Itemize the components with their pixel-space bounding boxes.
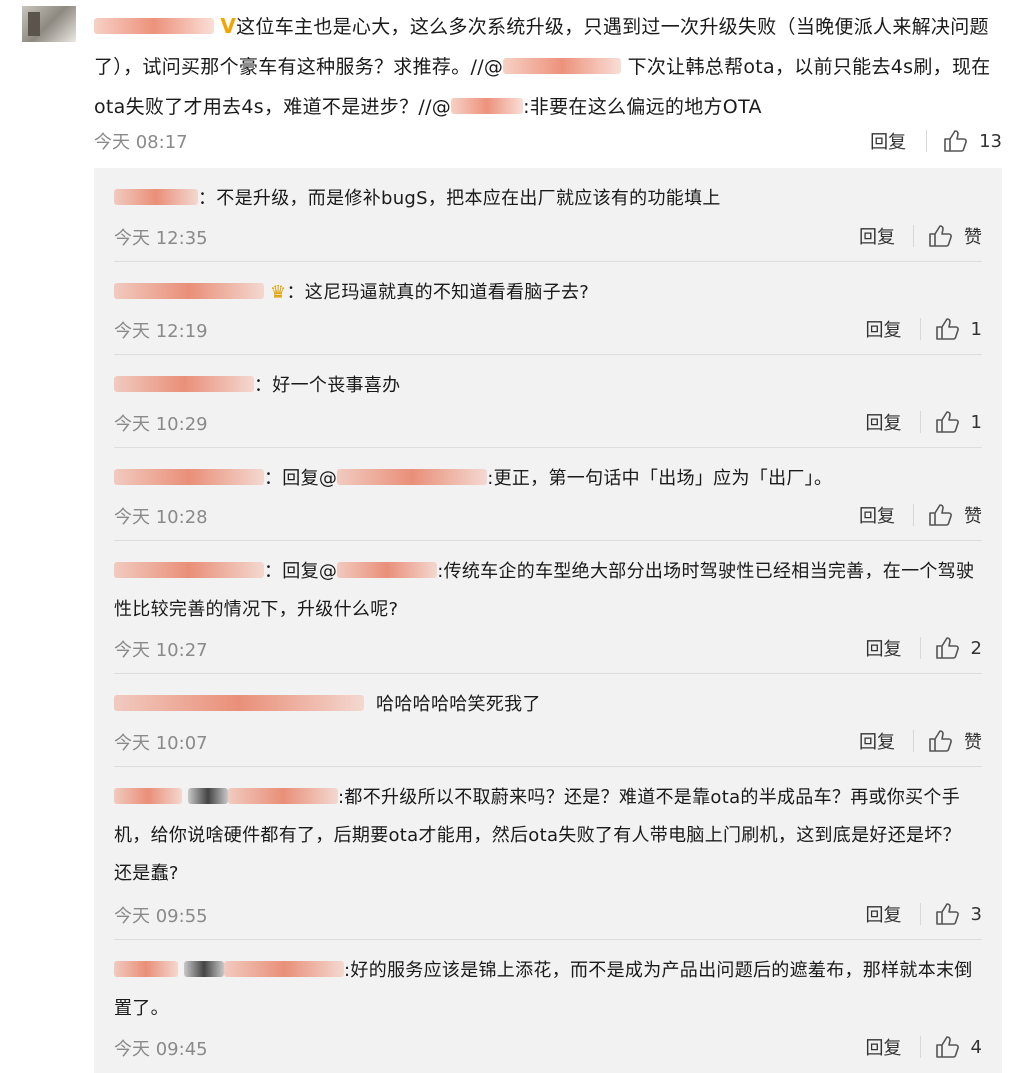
reply-time: 今天 10:07	[114, 733, 208, 754]
mention-blurred[interactable]	[337, 562, 438, 578]
divider	[913, 730, 914, 752]
username-blurred[interactable]	[114, 189, 198, 205]
divider	[913, 225, 914, 247]
list-item: :都不升级所以不取蔚来吗？还是？难道不是靠ota的半成品车？再或你买个手机，给你…	[94, 767, 1002, 940]
list-item: :好的服务应该是锦上添花，而不是成为产品出问题后的遮羞布，那样就本末倒置了。 今…	[94, 940, 1002, 1073]
crown-icon: ♛	[270, 282, 287, 303]
username-blurred[interactable]	[114, 695, 364, 711]
reply-button[interactable]: 回复	[859, 502, 895, 528]
reply-text: 哈哈哈哈哈笑死我了	[376, 694, 541, 715]
reply-time: 今天 09:55	[114, 906, 208, 927]
reply-time: 今天 10:27	[114, 640, 208, 661]
thumbs-up-icon[interactable]	[935, 410, 961, 434]
like-button[interactable]: 赞	[964, 223, 982, 249]
username-blurred[interactable]	[114, 376, 254, 392]
comment-actions: 回复 13	[870, 126, 1002, 156]
reply-time: 今天 12:35	[114, 228, 208, 249]
thumbs-up-icon[interactable]	[928, 224, 954, 248]
thumbs-up-icon[interactable]	[935, 902, 961, 926]
username-blurred[interactable]	[188, 788, 229, 804]
divider	[919, 411, 921, 433]
username-blurred[interactable]	[114, 562, 264, 578]
comment-text-3: :非要在这么偏远的地方OTA	[523, 96, 762, 118]
main-comment: V这位车主也是心大，这么多次系统升级，只遇到过一次升级失败（当晚便派人来解决问题…	[0, 0, 1024, 168]
list-item: ：好一个丧事喜办 今天 10:29 回复 1	[94, 355, 1002, 448]
mention-blurred[interactable]	[228, 788, 339, 804]
reply-button[interactable]: 回复	[866, 901, 902, 927]
reply-button[interactable]: 回复	[866, 1034, 902, 1060]
divider	[919, 318, 921, 340]
username-blurred[interactable]	[114, 283, 264, 299]
thumbs-up-icon[interactable]	[935, 317, 961, 341]
verified-badge-icon: V	[220, 14, 237, 38]
reply-time: 今天 12:19	[114, 321, 208, 342]
list-item: ♛：这尼玛逼就真的不知道看看脑子去? 今天 12:19 回复 1	[94, 262, 1002, 355]
thumbs-up-icon[interactable]	[928, 729, 954, 753]
like-count: 13	[979, 130, 1002, 152]
reply-prefix: ：回复@	[264, 561, 338, 582]
reply-button[interactable]: 回复	[866, 316, 902, 342]
like-count: 2	[970, 637, 982, 659]
divider	[919, 903, 921, 925]
reply-text: ：不是升级，而是修补bugS，把本应在出厂就应该有的功能填上	[198, 188, 721, 209]
reply-button[interactable]: 回复	[870, 128, 906, 154]
username-blurred[interactable]	[114, 788, 182, 804]
reply-text: :更正，第一句话中「出场」应为「出厂」。	[487, 468, 833, 489]
divider	[913, 504, 914, 526]
thumbs-up-icon[interactable]	[935, 1035, 961, 1059]
reply-button[interactable]: 回复	[866, 409, 902, 435]
mention-blurred[interactable]	[451, 98, 524, 114]
like-count: 1	[970, 411, 982, 433]
avatar[interactable]	[22, 6, 76, 42]
like-button[interactable]: 赞	[964, 728, 982, 754]
mention-blurred[interactable]	[224, 961, 345, 977]
divider	[919, 1036, 921, 1058]
mention-blurred[interactable]	[503, 58, 622, 74]
reply-text: ：好一个丧事喜办	[254, 375, 401, 396]
reply-list: ：不是升级，而是修补bugS，把本应在出厂就应该有的功能填上 今天 12:35 …	[94, 168, 1002, 1073]
list-item: ：不是升级，而是修补bugS，把本应在出厂就应该有的功能填上 今天 12:35 …	[94, 168, 1002, 262]
reply-text: ：这尼玛逼就真的不知道看看脑子去?	[286, 282, 590, 303]
thumbs-up-icon[interactable]	[928, 503, 954, 527]
mention-blurred[interactable]	[337, 469, 488, 485]
main-comment-text: V这位车主也是心大，这么多次系统升级，只遇到过一次升级失败（当晚便派人来解决问题…	[94, 6, 994, 127]
username-blurred[interactable]	[114, 961, 178, 977]
divider	[919, 637, 921, 659]
thumbs-up-icon[interactable]	[943, 129, 969, 153]
list-item: ：回复@:传统车企的车型绝大部分出场时驾驶性已经相当完善，在一个驾驶性比较完善的…	[94, 541, 1002, 674]
like-count: 3	[970, 903, 982, 925]
username-blurred[interactable]	[114, 469, 264, 485]
reply-time: 今天 09:45	[114, 1039, 208, 1060]
username-blurred[interactable]	[94, 18, 214, 34]
like-button[interactable]: 赞	[964, 502, 982, 528]
like-count: 1	[970, 318, 982, 340]
like-count: 4	[970, 1036, 982, 1058]
reply-button[interactable]: 回复	[866, 635, 902, 661]
reply-time: 今天 10:28	[114, 507, 208, 528]
username-blurred[interactable]	[184, 961, 225, 977]
reply-button[interactable]: 回复	[859, 223, 895, 249]
reply-prefix: ：回复@	[264, 468, 338, 489]
list-item: 哈哈哈哈哈笑死我了 今天 10:07 回复 赞	[94, 674, 1002, 767]
divider	[926, 130, 928, 152]
reply-time: 今天 10:29	[114, 414, 208, 435]
comment-time: 今天 08:17	[94, 132, 188, 153]
reply-button[interactable]: 回复	[859, 728, 895, 754]
thumbs-up-icon[interactable]	[935, 636, 961, 660]
list-item: ：回复@ :更正，第一句话中「出场」应为「出厂」。 今天 10:28 回复 赞	[94, 448, 1002, 541]
